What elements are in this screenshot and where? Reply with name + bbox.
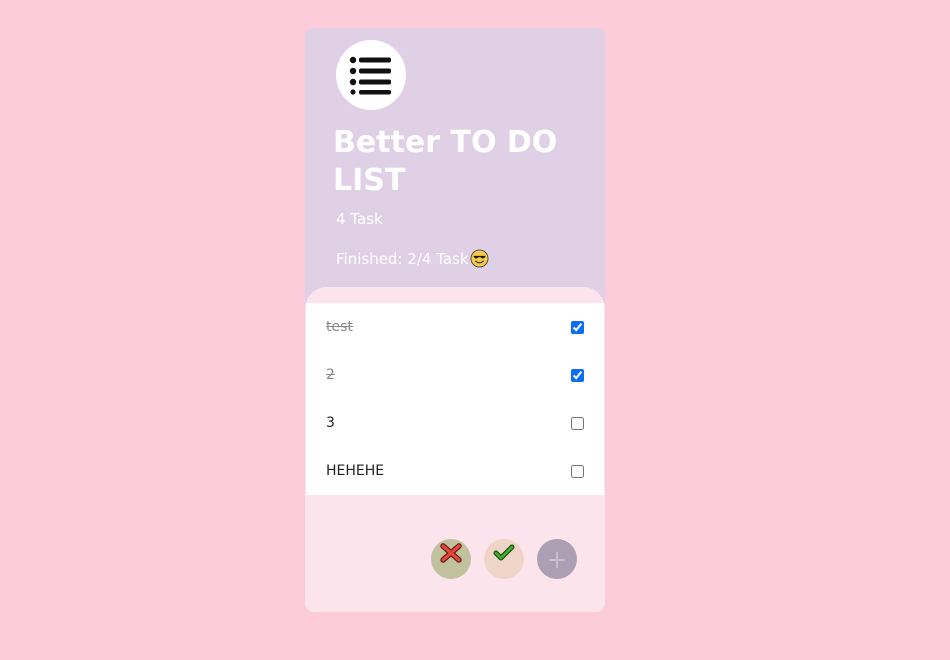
task-item: test [306,303,604,351]
task-label: HEHEHE [326,463,385,479]
finished-status: Finished: 2/4 Task [336,249,489,268]
add-button[interactable] [537,539,577,579]
page-title: Better TO DO LIST [333,125,558,198]
task-label: test [326,319,353,335]
cross-mark-icon [440,543,462,563]
list-icon [336,40,406,110]
todo-card: Better TO DO LIST 4 Task Finished: 2/4 T… [305,28,605,612]
delete-button[interactable] [431,539,471,579]
task-label: 2 [326,367,335,383]
task-label: 3 [326,415,335,431]
smiling-face-with-sunglasses-icon [470,249,489,268]
task-panel: test 2 3 HEHEHE [305,287,605,612]
task-checkbox[interactable] [571,368,584,382]
task-checkbox[interactable] [571,320,584,334]
task-item: HEHEHE [306,447,604,495]
plus-icon [549,552,565,568]
task-item: 2 [306,351,604,399]
finished-text: Finished: 2/4 Task [336,249,469,268]
task-checkbox[interactable] [571,416,584,430]
check-mark-icon [493,544,515,561]
complete-button[interactable] [484,539,524,579]
task-count: 4 Task [336,210,383,228]
task-checkbox[interactable] [571,464,584,478]
task-list: test 2 3 HEHEHE [306,303,604,495]
task-item: 3 [306,399,604,447]
